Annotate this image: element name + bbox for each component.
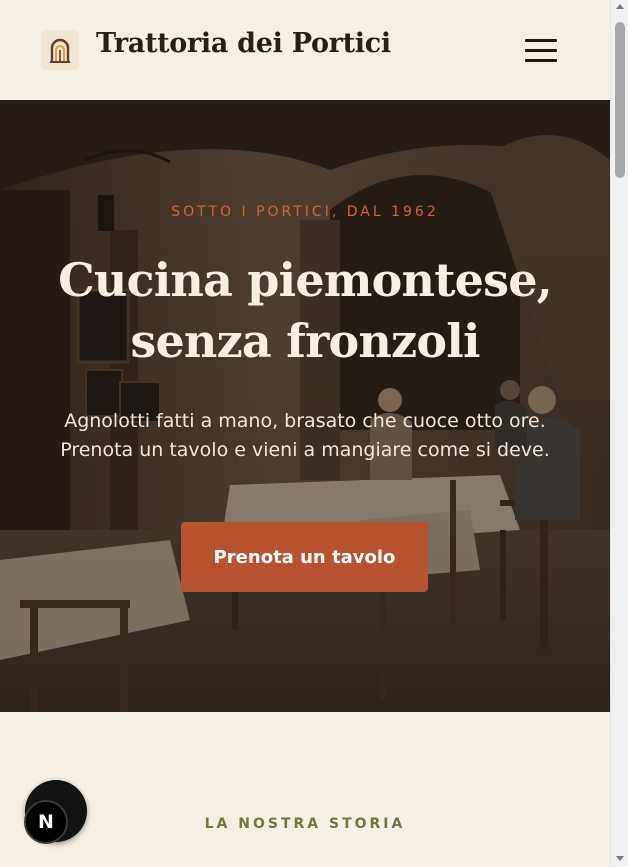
hero-section: SOTTO I PORTICI, DAL 1962 Cucina piemont… — [0, 100, 610, 712]
menu-bar-middle — [525, 49, 557, 52]
brand-name[interactable]: Trattoria dei Portici — [96, 28, 391, 59]
scroll-down-arrow-icon[interactable] — [616, 856, 624, 861]
book-table-button[interactable]: Prenota un tavolo — [181, 522, 428, 592]
arch-icon — [50, 38, 70, 63]
headline-line-2: senza fronzoli — [130, 314, 480, 368]
scroll-up-arrow-icon[interactable] — [616, 4, 624, 9]
menu-bar-top — [525, 39, 557, 42]
hero-headline: Cucina piemontese, senza fronzoli — [0, 250, 610, 372]
logo[interactable] — [41, 30, 79, 70]
hero-subline: Agnolotti fatti a mano, brasato che cuoc… — [0, 407, 610, 465]
story-section-label: LA NOSTRA STORIA — [204, 816, 406, 832]
site-header: Trattoria dei Portici — [0, 0, 610, 100]
subline-line-2: Prenota un tavolo e vieni a mangiare com… — [60, 439, 550, 461]
headline-line-1: Cucina piemontese, — [58, 253, 553, 307]
vertical-scrollbar[interactable] — [610, 0, 628, 867]
page: Trattoria dei Portici SOTTO I PORTICI, D… — [0, 0, 610, 867]
menu-bar-bottom — [525, 59, 557, 62]
hamburger-menu-icon[interactable] — [522, 36, 560, 64]
scrollbar-thumb[interactable] — [615, 22, 625, 178]
hero-eyebrow: SOTTO I PORTICI, DAL 1962 — [171, 204, 439, 220]
subline-line-1: Agnolotti fatti a mano, brasato che cuoc… — [64, 410, 546, 432]
nextjs-logo-icon[interactable]: N — [24, 800, 68, 844]
hero-overlay — [0, 100, 610, 712]
